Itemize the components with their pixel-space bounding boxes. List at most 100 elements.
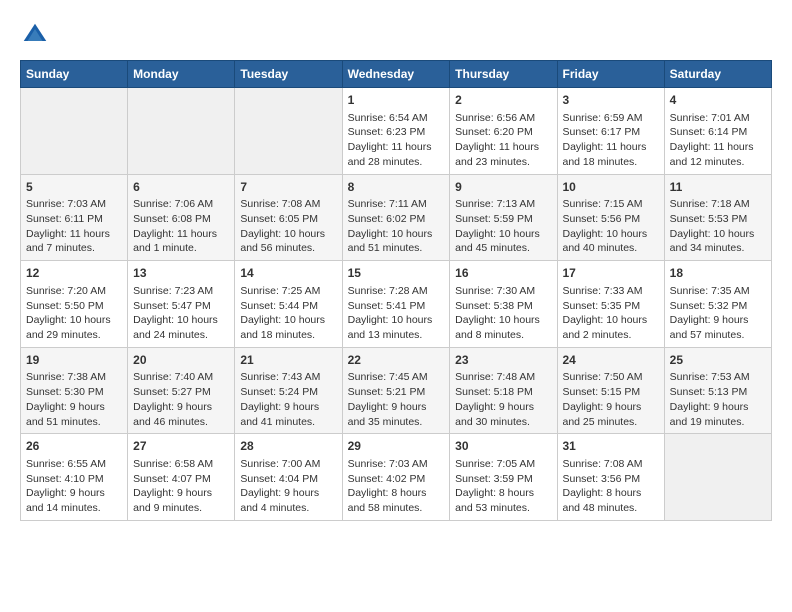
day-number: 16 bbox=[455, 265, 551, 282]
day-number: 7 bbox=[240, 179, 336, 196]
calendar-cell: 26Sunrise: 6:55 AM Sunset: 4:10 PM Dayli… bbox=[21, 434, 128, 521]
calendar-cell: 15 Sunrise: 7:28 AM Sunset: 5:41 PM Dayli… bbox=[342, 261, 450, 348]
day-number: 27 bbox=[133, 438, 229, 455]
day-info: Sunrise: 7:40 AM Sunset: 5:27 PM Dayligh… bbox=[133, 370, 229, 429]
day-number: 4 bbox=[670, 92, 766, 109]
day-info: Sunrise: 7:25 AM Sunset: 5:44 PM Dayligh… bbox=[240, 284, 336, 343]
day-number: 28 bbox=[240, 438, 336, 455]
calendar-cell: 6Sunrise: 7:06 AM Sunset: 6:08 PM Daylig… bbox=[128, 174, 235, 261]
day-info: Sunrise: 7:08 AM Sunset: 6:05 PM Dayligh… bbox=[240, 197, 336, 256]
day-info: Sunrise: 7:45 AM Sunset: 5:21 PM Dayligh… bbox=[348, 370, 445, 429]
calendar-cell bbox=[21, 88, 128, 175]
day-number: 14 bbox=[240, 265, 336, 282]
calendar-cell: 2 Sunrise: 6:56 AM Sunset: 6:20 PM Daylig… bbox=[450, 88, 557, 175]
calendar-week-row: 26Sunrise: 6:55 AM Sunset: 4:10 PM Dayli… bbox=[21, 434, 772, 521]
weekday-header-monday: Monday bbox=[128, 61, 235, 88]
day-number: 1 bbox=[348, 92, 445, 109]
day-info: Sunrise: 7:08 AM Sunset: 3:56 PM Dayligh… bbox=[563, 457, 659, 516]
calendar-cell: 27 Sunrise: 6:58 AM Sunset: 4:07 PM Dayli… bbox=[128, 434, 235, 521]
day-number: 10 bbox=[563, 179, 659, 196]
day-info: Sunrise: 7:03 AM Sunset: 4:02 PM Dayligh… bbox=[348, 457, 445, 516]
day-info: Sunrise: 7:18 AM Sunset: 5:53 PM Dayligh… bbox=[670, 197, 766, 256]
calendar-cell: 30 Sunrise: 7:05 AM Sunset: 3:59 PM Dayli… bbox=[450, 434, 557, 521]
day-info: Sunrise: 7:43 AM Sunset: 5:24 PM Dayligh… bbox=[240, 370, 336, 429]
calendar-week-row: 1 Sunrise: 6:54 AM Sunset: 6:23 PM Daylig… bbox=[21, 88, 772, 175]
day-number: 20 bbox=[133, 352, 229, 369]
calendar-week-row: 5Sunrise: 7:03 AM Sunset: 6:11 PM Daylig… bbox=[21, 174, 772, 261]
day-number: 3 bbox=[563, 92, 659, 109]
calendar-week-row: 12 Sunrise: 7:20 AM Sunset: 5:50 PM Dayli… bbox=[21, 261, 772, 348]
calendar-cell: 9Sunrise: 7:13 AM Sunset: 5:59 PM Daylig… bbox=[450, 174, 557, 261]
day-number: 5 bbox=[26, 179, 122, 196]
day-info: Sunrise: 7:05 AM Sunset: 3:59 PM Dayligh… bbox=[455, 457, 551, 516]
day-number: 9 bbox=[455, 179, 551, 196]
day-info: Sunrise: 7:53 AM Sunset: 5:13 PM Dayligh… bbox=[670, 370, 766, 429]
day-info: Sunrise: 7:01 AM Sunset: 6:14 PM Dayligh… bbox=[670, 111, 766, 170]
day-number: 15 bbox=[348, 265, 445, 282]
day-info: Sunrise: 7:15 AM Sunset: 5:56 PM Dayligh… bbox=[563, 197, 659, 256]
calendar-cell: 21Sunrise: 7:43 AM Sunset: 5:24 PM Dayli… bbox=[235, 347, 342, 434]
weekday-header-row: SundayMondayTuesdayWednesdayThursdayFrid… bbox=[21, 61, 772, 88]
calendar-cell: 29Sunrise: 7:03 AM Sunset: 4:02 PM Dayli… bbox=[342, 434, 450, 521]
day-info: Sunrise: 7:38 AM Sunset: 5:30 PM Dayligh… bbox=[26, 370, 122, 429]
day-info: Sunrise: 7:23 AM Sunset: 5:47 PM Dayligh… bbox=[133, 284, 229, 343]
calendar-cell: 31 Sunrise: 7:08 AM Sunset: 3:56 PM Dayli… bbox=[557, 434, 664, 521]
calendar-cell: 22Sunrise: 7:45 AM Sunset: 5:21 PM Dayli… bbox=[342, 347, 450, 434]
day-info: Sunrise: 7:30 AM Sunset: 5:38 PM Dayligh… bbox=[455, 284, 551, 343]
weekday-header-saturday: Saturday bbox=[664, 61, 771, 88]
weekday-header-wednesday: Wednesday bbox=[342, 61, 450, 88]
calendar-cell: 10Sunrise: 7:15 AM Sunset: 5:56 PM Dayli… bbox=[557, 174, 664, 261]
day-number: 23 bbox=[455, 352, 551, 369]
day-number: 25 bbox=[670, 352, 766, 369]
day-number: 12 bbox=[26, 265, 122, 282]
day-number: 8 bbox=[348, 179, 445, 196]
page-header bbox=[20, 20, 772, 50]
calendar-cell: 23Sunrise: 7:48 AM Sunset: 5:18 PM Dayli… bbox=[450, 347, 557, 434]
weekday-header-tuesday: Tuesday bbox=[235, 61, 342, 88]
day-number: 11 bbox=[670, 179, 766, 196]
calendar-cell: 18 Sunrise: 7:35 AM Sunset: 5:32 PM Dayli… bbox=[664, 261, 771, 348]
calendar-cell: 1 Sunrise: 6:54 AM Sunset: 6:23 PM Daylig… bbox=[342, 88, 450, 175]
day-info: Sunrise: 7:11 AM Sunset: 6:02 PM Dayligh… bbox=[348, 197, 445, 256]
day-number: 13 bbox=[133, 265, 229, 282]
calendar-cell: 13 Sunrise: 7:23 AM Sunset: 5:47 PM Dayli… bbox=[128, 261, 235, 348]
day-number: 31 bbox=[563, 438, 659, 455]
day-info: Sunrise: 7:28 AM Sunset: 5:41 PM Dayligh… bbox=[348, 284, 445, 343]
calendar-cell: 20Sunrise: 7:40 AM Sunset: 5:27 PM Dayli… bbox=[128, 347, 235, 434]
day-number: 2 bbox=[455, 92, 551, 109]
calendar-cell: 24Sunrise: 7:50 AM Sunset: 5:15 PM Dayli… bbox=[557, 347, 664, 434]
calendar-cell: 16 Sunrise: 7:30 AM Sunset: 5:38 PM Dayli… bbox=[450, 261, 557, 348]
day-info: Sunrise: 6:56 AM Sunset: 6:20 PM Dayligh… bbox=[455, 111, 551, 170]
calendar-cell bbox=[664, 434, 771, 521]
day-info: Sunrise: 7:00 AM Sunset: 4:04 PM Dayligh… bbox=[240, 457, 336, 516]
day-number: 22 bbox=[348, 352, 445, 369]
calendar-cell bbox=[235, 88, 342, 175]
day-number: 19 bbox=[26, 352, 122, 369]
day-number: 18 bbox=[670, 265, 766, 282]
day-info: Sunrise: 6:54 AM Sunset: 6:23 PM Dayligh… bbox=[348, 111, 445, 170]
day-info: Sunrise: 6:59 AM Sunset: 6:17 PM Dayligh… bbox=[563, 111, 659, 170]
calendar-cell: 19Sunrise: 7:38 AM Sunset: 5:30 PM Dayli… bbox=[21, 347, 128, 434]
day-number: 30 bbox=[455, 438, 551, 455]
day-number: 24 bbox=[563, 352, 659, 369]
day-info: Sunrise: 7:13 AM Sunset: 5:59 PM Dayligh… bbox=[455, 197, 551, 256]
day-number: 26 bbox=[26, 438, 122, 455]
day-number: 6 bbox=[133, 179, 229, 196]
day-info: Sunrise: 7:03 AM Sunset: 6:11 PM Dayligh… bbox=[26, 197, 122, 256]
calendar-cell: 11Sunrise: 7:18 AM Sunset: 5:53 PM Dayli… bbox=[664, 174, 771, 261]
calendar-week-row: 19Sunrise: 7:38 AM Sunset: 5:30 PM Dayli… bbox=[21, 347, 772, 434]
day-info: Sunrise: 6:58 AM Sunset: 4:07 PM Dayligh… bbox=[133, 457, 229, 516]
calendar-cell: 3 Sunrise: 6:59 AM Sunset: 6:17 PM Daylig… bbox=[557, 88, 664, 175]
day-info: Sunrise: 7:48 AM Sunset: 5:18 PM Dayligh… bbox=[455, 370, 551, 429]
weekday-header-sunday: Sunday bbox=[21, 61, 128, 88]
logo-icon bbox=[20, 20, 50, 50]
calendar-table: SundayMondayTuesdayWednesdayThursdayFrid… bbox=[20, 60, 772, 521]
day-number: 17 bbox=[563, 265, 659, 282]
weekday-header-friday: Friday bbox=[557, 61, 664, 88]
calendar-cell: 12 Sunrise: 7:20 AM Sunset: 5:50 PM Dayli… bbox=[21, 261, 128, 348]
day-info: Sunrise: 7:33 AM Sunset: 5:35 PM Dayligh… bbox=[563, 284, 659, 343]
day-info: Sunrise: 7:06 AM Sunset: 6:08 PM Dayligh… bbox=[133, 197, 229, 256]
day-info: Sunrise: 7:35 AM Sunset: 5:32 PM Dayligh… bbox=[670, 284, 766, 343]
calendar-cell bbox=[128, 88, 235, 175]
day-info: Sunrise: 7:20 AM Sunset: 5:50 PM Dayligh… bbox=[26, 284, 122, 343]
